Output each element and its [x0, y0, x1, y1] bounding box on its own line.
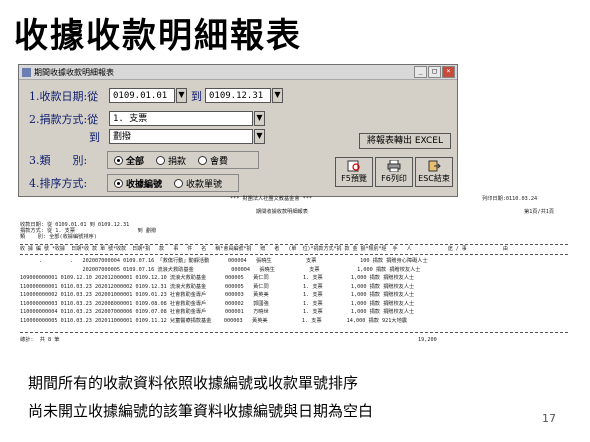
dialog-titlebar: 期間收據收款明細報表 _ □ ×: [19, 65, 457, 80]
preview-icon: [347, 160, 360, 172]
minimize-icon[interactable]: _: [414, 66, 427, 78]
report-total-label: 總計: 共 8 筆: [20, 337, 60, 343]
report-page: 第1頁/共1頁: [524, 209, 555, 215]
sort-order-radio[interactable]: 收款單號: [174, 177, 222, 190]
category-label: 3.類 別:: [29, 154, 88, 167]
exit-label: ESC結束: [418, 174, 450, 183]
preview-label: F5預覽: [341, 174, 367, 183]
report-title: 期間收據收款明細報表: [256, 209, 308, 215]
close-icon[interactable]: ×: [442, 66, 455, 78]
table-row: 110000000001 0110.03.23 202012000002 010…: [20, 283, 415, 290]
exit-icon: [428, 160, 441, 172]
date-from-dropdown-icon[interactable]: ▼: [176, 88, 187, 103]
caption-line-2: 尚未開立收據編號的該筆資料收據編號與日期為空白: [28, 402, 374, 420]
table-row: 110000000004 0110.03.23 202007000006 010…: [20, 309, 415, 315]
category-radio-group: 全部 捐款 會費: [107, 151, 259, 169]
caption-line-1: 期間所有的收款資料依照收據編號或收款單號排序: [28, 374, 359, 392]
date-range-label: 1.收款日期:從: [29, 90, 99, 103]
sort-label: 4.排序方式:: [29, 177, 88, 190]
report-divider: [20, 254, 568, 255]
category-all-radio[interactable]: 全部: [114, 154, 144, 167]
category-donation-radio[interactable]: 捐款: [156, 154, 186, 167]
report-header: 收 據 編 號 *收據 日期*收 款 單 號*收款 日期*捐 款 事 件 名 稱…: [20, 246, 508, 252]
print-label: F6列印: [381, 174, 407, 183]
date-to-input[interactable]: 0109.12.31: [205, 88, 271, 103]
payment-method-label: 2.捐款方式:從: [29, 113, 99, 126]
preview-button[interactable]: F5預覽: [335, 157, 373, 187]
export-excel-button[interactable]: 將報表轉出 EXCEL: [359, 133, 451, 149]
method-to-label: 到: [89, 131, 100, 144]
table-row: 202007000005 0109.07.16 流浪犬救助基金 000004 張…: [20, 266, 421, 273]
category-fee-radio[interactable]: 會費: [198, 154, 228, 167]
method-to-dropdown-icon[interactable]: ▼: [254, 129, 265, 144]
report-condition-type: 類 別: 全部(收據編號排序): [20, 234, 97, 240]
sort-radio-group: 收據編號 收款單號: [107, 174, 239, 192]
report-divider: [20, 332, 568, 333]
table-row: 110000000002 0110.03.23 202001000001 010…: [20, 292, 415, 298]
printer-icon: [387, 160, 401, 172]
report-print-date: 列印日期:0110.03.24: [482, 196, 538, 202]
table-row: 109000000001 0109.12.10 202012000001 010…: [20, 275, 415, 281]
table-row: 110000000003 0110.03.23 202008000001 010…: [20, 300, 415, 307]
page-number: 17: [542, 412, 556, 425]
table-row: 110000000005 0110.03.23 202011000001 010…: [20, 317, 407, 324]
maximize-icon[interactable]: □: [428, 66, 441, 78]
dialog-title: 期間收據收款明細報表: [34, 67, 114, 77]
date-from-input[interactable]: 0109.01.01: [109, 88, 175, 103]
method-to-input[interactable]: 劃撥: [109, 129, 253, 144]
report-org: *** 財團法人社團文教基金會 ***: [230, 196, 313, 202]
print-button[interactable]: F6列印: [375, 157, 413, 187]
table-row: . . 202007000004 0109.07.16 「救傷行動」動靜活動 0…: [20, 258, 428, 264]
report-total-amount: 19,200: [418, 337, 437, 343]
method-from-dropdown-icon[interactable]: ▼: [254, 111, 265, 126]
date-to-label: 到: [191, 90, 202, 103]
method-from-input[interactable]: 1. 支票: [109, 111, 253, 126]
date-to-dropdown-icon[interactable]: ▼: [272, 88, 283, 103]
sort-receipt-radio[interactable]: 收據編號: [114, 177, 162, 190]
app-icon: [22, 67, 31, 77]
exit-button[interactable]: ESC結束: [415, 157, 453, 187]
report-divider: [20, 244, 568, 245]
slide-title: 收據收款明細報表: [14, 16, 302, 56]
report-dialog: 期間收據收款明細報表 _ □ × 1.收款日期:從 0109.01.01 ▼ 到…: [18, 64, 458, 197]
